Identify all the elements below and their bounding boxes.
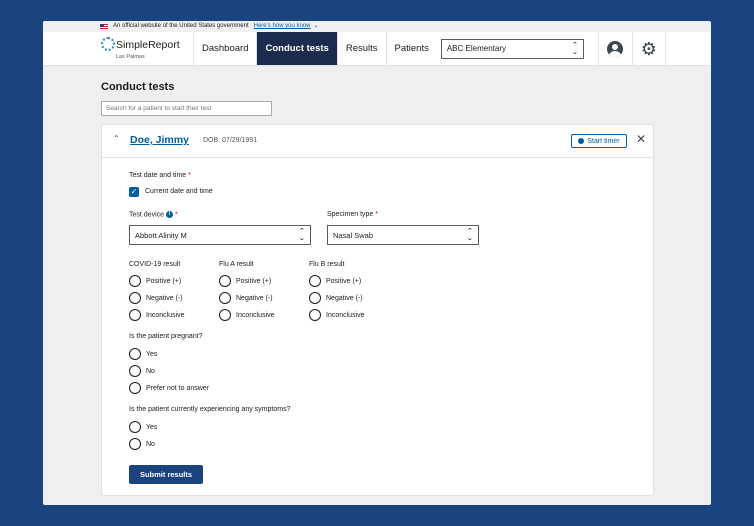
facility-select-value: ABC Elementary bbox=[446, 44, 506, 53]
flu-b-result-label: Flu B result bbox=[309, 261, 345, 268]
flu-a-result-label: Flu A result bbox=[219, 261, 254, 268]
covid-result-label: COVID-19 result bbox=[129, 261, 181, 268]
stopwatch-icon bbox=[578, 138, 585, 144]
patient-search-input[interactable] bbox=[101, 101, 272, 116]
test-card: ⌃ Doe, Jimmy DOB: 07/29/1991 Start timer… bbox=[101, 124, 654, 496]
select-arrows-icon: ⌃ ⌄ bbox=[466, 228, 474, 242]
symptoms-question-label: Is the patient currently experiencing an… bbox=[129, 406, 291, 413]
patient-dob: DOB: 07/29/1991 bbox=[203, 137, 258, 144]
gear-icon: ⚙ bbox=[640, 38, 657, 59]
pregnant-yes-radio[interactable]: Yes bbox=[129, 348, 157, 360]
datetime-label: Test date and time * bbox=[129, 172, 191, 179]
nav-dashboard[interactable]: Dashboard bbox=[193, 32, 256, 65]
patient-name-link[interactable]: Doe, Jimmy bbox=[130, 134, 189, 146]
app-name: SimpleReport bbox=[116, 39, 180, 51]
nav-patients[interactable]: Patients bbox=[385, 32, 437, 65]
user-account-icon bbox=[607, 40, 624, 57]
close-icon[interactable]: ✕ bbox=[636, 132, 646, 146]
page-title: Conduct tests bbox=[101, 81, 175, 93]
specimen-type-value: Nasal Swab bbox=[333, 230, 374, 240]
gov-banner-link[interactable]: Here's how you know bbox=[254, 21, 311, 32]
gov-banner: An official website of the United States… bbox=[43, 21, 711, 32]
covid-inconclusive-radio[interactable]: Inconclusive bbox=[129, 309, 185, 321]
test-device-label-text: Test device bbox=[129, 211, 165, 219]
specimen-type-label-text: Specimen type bbox=[327, 211, 374, 218]
nav-conduct-tests[interactable]: Conduct tests bbox=[256, 32, 337, 65]
flu-b-positive-radio[interactable]: Positive (+) bbox=[309, 275, 361, 287]
test-device-label: Test device i * bbox=[129, 211, 178, 219]
covid-positive-radio[interactable]: Positive (+) bbox=[129, 275, 181, 287]
user-menu-button[interactable] bbox=[597, 32, 632, 65]
nav-results[interactable]: Results bbox=[336, 32, 386, 65]
pregnant-no-radio[interactable]: No bbox=[129, 365, 155, 377]
current-datetime-checkbox[interactable]: ✓ bbox=[129, 187, 139, 197]
covid-negative-radio[interactable]: Negative (-) bbox=[129, 292, 183, 304]
info-icon[interactable]: i bbox=[165, 211, 173, 218]
test-card-header: ⌃ Doe, Jimmy DOB: 07/29/1991 Start timer… bbox=[102, 125, 653, 158]
test-device-select[interactable]: Abbott Alinity M ⌃ ⌄ bbox=[129, 225, 311, 245]
app-header: SimpleReport Las Palmas Dashboard Conduc… bbox=[43, 32, 711, 66]
facility-site-name: Las Palmas bbox=[116, 54, 145, 60]
chevron-up-icon[interactable]: ⌃ bbox=[113, 134, 120, 143]
select-arrows-icon: ⌃ ⌄ bbox=[298, 228, 306, 242]
facility-select[interactable]: ABC Elementary ⌃ ⌄ bbox=[440, 38, 584, 59]
gov-banner-text: An official website of the United States… bbox=[113, 23, 249, 29]
symptoms-no-radio[interactable]: No bbox=[129, 438, 155, 450]
flu-a-inconclusive-radio[interactable]: Inconclusive bbox=[219, 309, 275, 321]
chevron-down-icon[interactable]: ⌄ bbox=[313, 21, 318, 32]
start-timer-label: Start timer bbox=[587, 137, 620, 145]
pregnant-prefer-not-radio[interactable]: Prefer not to answer bbox=[129, 382, 209, 394]
specimen-type-select[interactable]: Nasal Swab ⌃ ⌄ bbox=[327, 225, 479, 245]
specimen-type-label: Specimen type * bbox=[327, 211, 378, 218]
flu-a-negative-radio[interactable]: Negative (-) bbox=[219, 292, 273, 304]
app-logo[interactable]: SimpleReport Las Palmas bbox=[43, 32, 193, 65]
us-flag-icon bbox=[100, 24, 108, 29]
flu-b-inconclusive-radio[interactable]: Inconclusive bbox=[309, 309, 365, 321]
app-window: An official website of the United States… bbox=[43, 21, 711, 505]
submit-results-button[interactable]: Submit results bbox=[129, 465, 203, 484]
settings-button[interactable]: ⚙ bbox=[631, 32, 666, 65]
current-datetime-label: Current date and time bbox=[145, 188, 213, 195]
datetime-label-text: Test date and time bbox=[129, 172, 187, 179]
pregnant-question-label: Is the patient pregnant? bbox=[129, 333, 203, 340]
select-arrows-icon: ⌃ ⌄ bbox=[571, 41, 579, 56]
test-device-value: Abbott Alinity M bbox=[135, 230, 187, 240]
simplereport-logo-icon bbox=[101, 37, 115, 51]
flu-a-positive-radio[interactable]: Positive (+) bbox=[219, 275, 271, 287]
start-timer-button[interactable]: Start timer bbox=[571, 134, 627, 148]
flu-b-negative-radio[interactable]: Negative (-) bbox=[309, 292, 363, 304]
symptoms-yes-radio[interactable]: Yes bbox=[129, 421, 157, 433]
